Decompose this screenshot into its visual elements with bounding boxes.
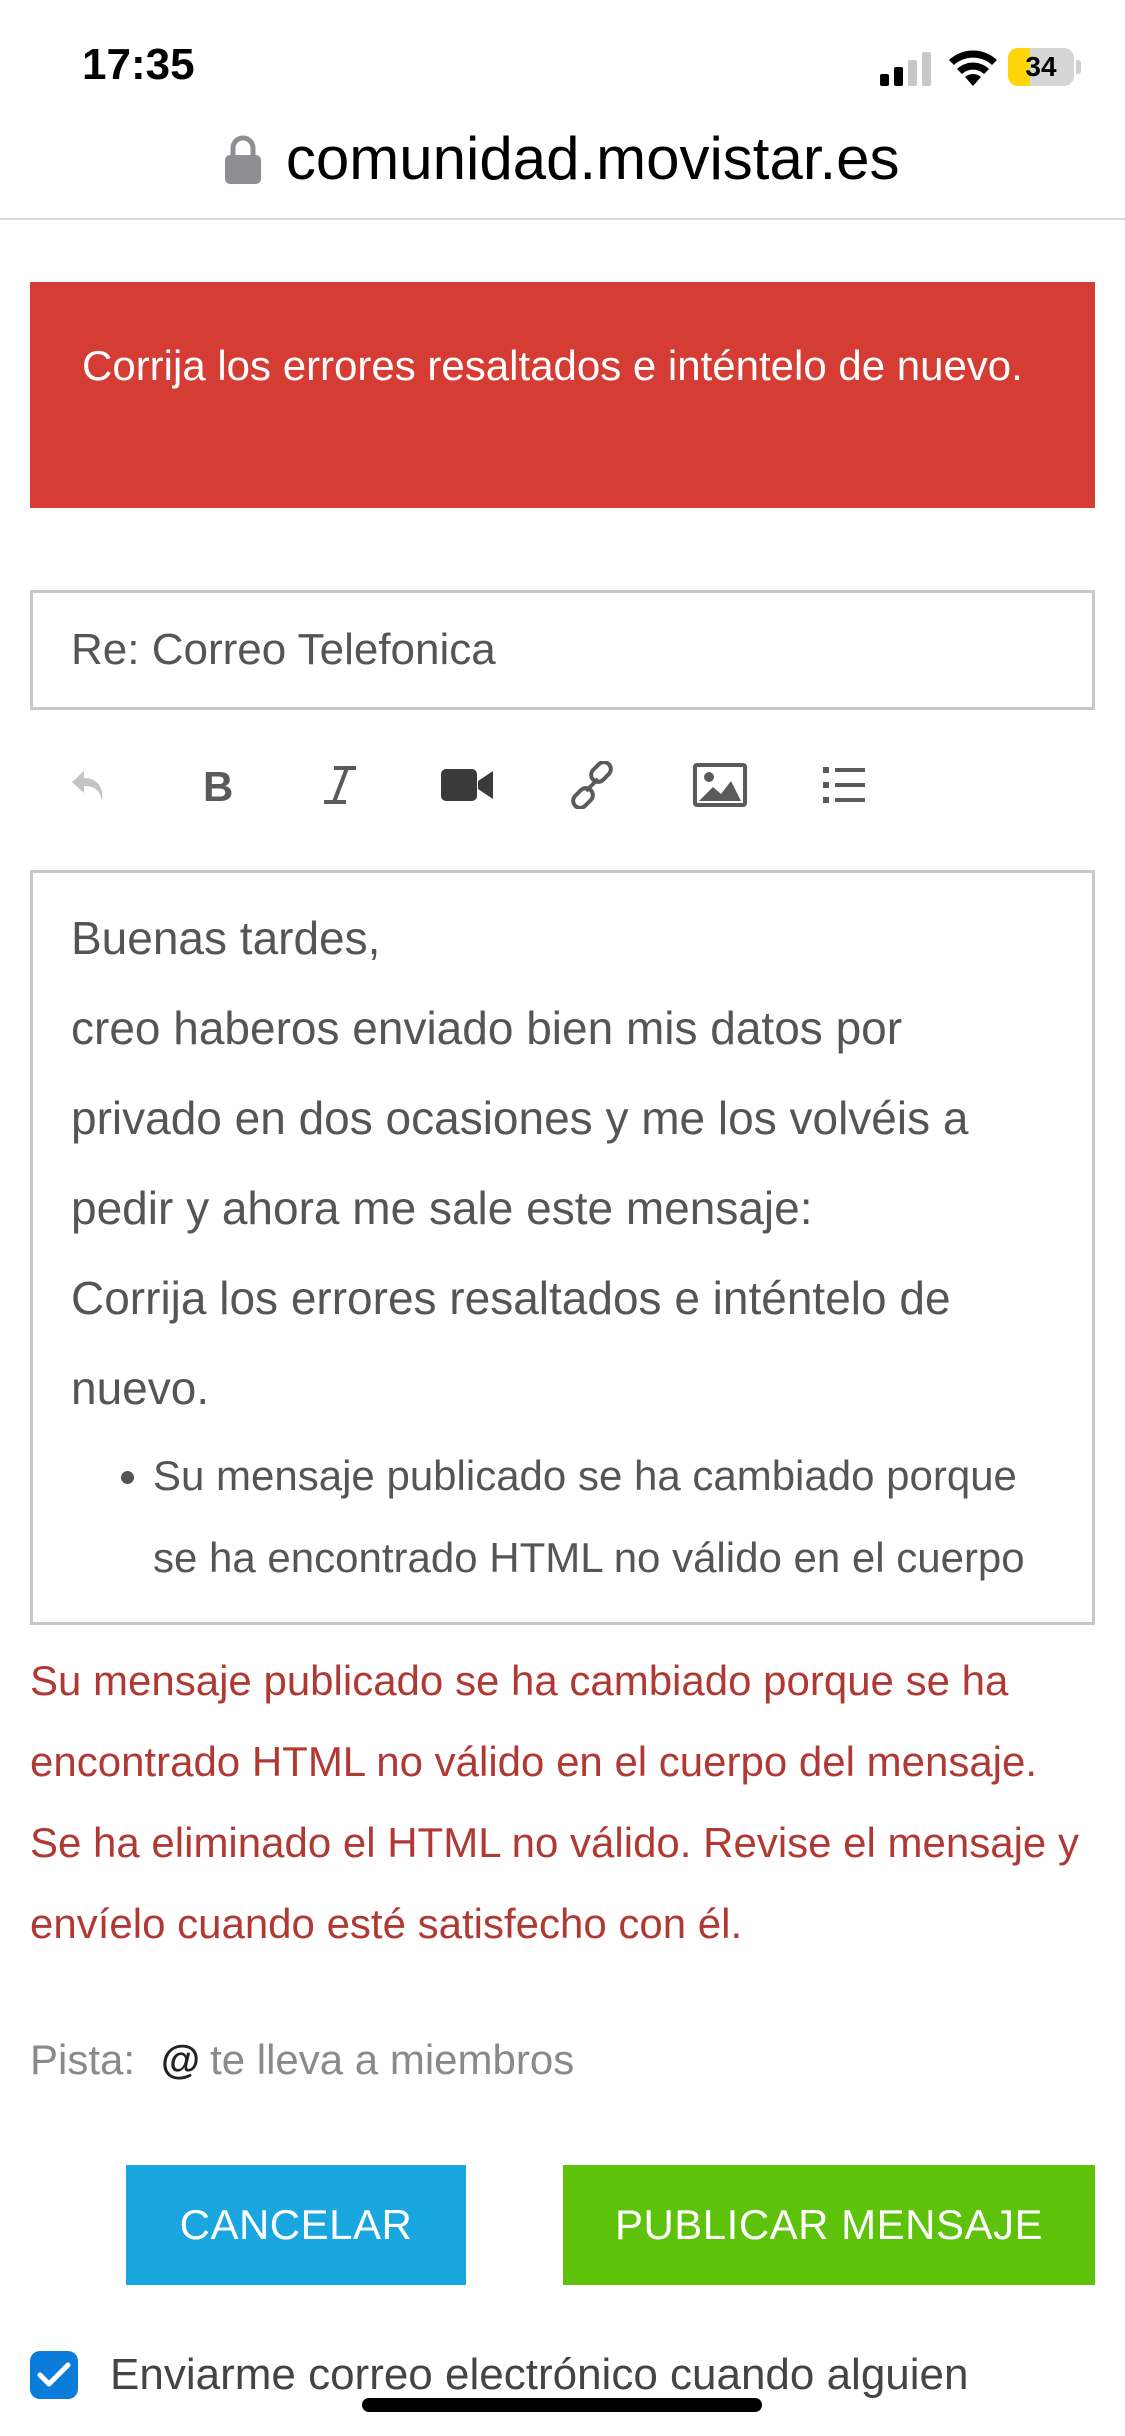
undo-button[interactable]	[58, 755, 118, 815]
bold-button[interactable]: B	[185, 755, 245, 815]
mention-hint: Pista: @ te lleva a miembros	[30, 2030, 574, 2090]
status-bar: 17:35 34	[0, 0, 1125, 130]
hint-label: Pista:	[30, 2036, 136, 2083]
bold-icon: B	[203, 763, 233, 807]
message-body-editor[interactable]: Buenas tardes, creo haberos enviado bien…	[30, 870, 1095, 1625]
list-icon	[823, 767, 865, 803]
email-notify-option[interactable]: Enviarme correo electrónico cuando algui…	[30, 2345, 969, 2405]
lock-icon	[225, 135, 262, 184]
publish-message-button[interactable]: PUBLICAR MENSAJE	[563, 2165, 1095, 2285]
video-button[interactable]	[438, 755, 498, 815]
home-indicator	[362, 2398, 762, 2412]
email-notify-checkbox[interactable]	[30, 2351, 78, 2399]
image-button[interactable]	[690, 755, 750, 815]
hint-text: te lleva a miembros	[210, 2036, 575, 2083]
wifi-icon	[949, 50, 997, 86]
battery-icon: 34	[1008, 48, 1081, 86]
cancel-button[interactable]: CANCELAR	[126, 2165, 466, 2285]
editor-line: Buenas tardes,	[71, 912, 381, 964]
battery-percentage: 34	[1025, 51, 1057, 82]
at-symbol: @	[161, 2037, 201, 2082]
video-icon	[441, 769, 493, 801]
url-text: comunidad.movistar.es	[285, 125, 900, 192]
image-icon	[693, 763, 747, 807]
validation-error-message: Su mensaje publicado se ha cambiado porq…	[30, 1657, 1079, 1947]
undo-icon	[72, 771, 103, 801]
browser-url-bar[interactable]: comunidad.movistar.es	[0, 120, 1125, 220]
link-button[interactable]	[562, 755, 622, 815]
email-notify-label: Enviarme correo electrónico cuando algui…	[110, 2350, 969, 2399]
checkmark-icon	[37, 2362, 71, 2387]
link-icon	[571, 761, 613, 809]
cellular-signal-icon	[880, 52, 931, 86]
svg-text:B: B	[203, 763, 233, 807]
editor-bullet-list: Su mensaje publicado se ha cambiado porq…	[153, 1435, 1054, 1622]
error-banner: Corrija los errores resaltados e inténte…	[30, 282, 1095, 508]
editor-bullet-item: Su mensaje publicado se ha cambiado porq…	[153, 1435, 1054, 1622]
editor-line: Corrija los errores resaltados e inténte…	[71, 1272, 951, 1414]
subject-input[interactable]: Re: Correo Telefonica	[30, 590, 1095, 710]
subject-value: Re: Correo Telefonica	[71, 625, 496, 674]
status-time: 17:35	[82, 40, 195, 89]
editor-toolbar: B	[30, 740, 1095, 830]
editor-line: creo haberos enviado bien mis datos por …	[71, 1002, 969, 1234]
error-banner-text: Corrija los errores resaltados e inténte…	[82, 342, 1023, 389]
italic-icon	[324, 766, 356, 804]
italic-button[interactable]	[310, 755, 370, 815]
bulleted-list-button[interactable]	[815, 755, 875, 815]
